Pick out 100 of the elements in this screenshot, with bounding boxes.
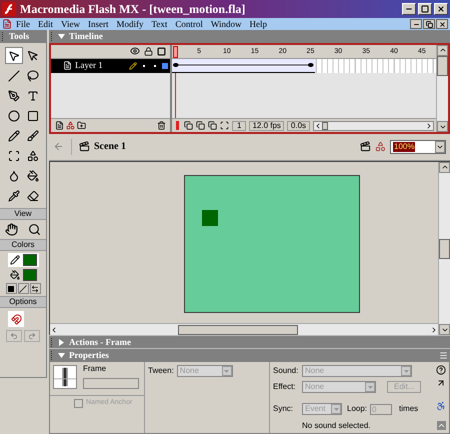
hand-tool-button[interactable] <box>5 223 18 236</box>
scroll-thumb[interactable] <box>178 324 298 335</box>
maximize-button[interactable] <box>418 3 432 15</box>
panel-menu-icon[interactable] <box>439 350 448 360</box>
stroke-color-icon <box>10 255 20 265</box>
edit-symbols-icon[interactable] <box>375 141 386 152</box>
accessibility-icon[interactable] <box>436 401 446 411</box>
zoom-tool-button[interactable] <box>28 223 41 236</box>
flash-logo-icon <box>2 2 16 16</box>
scroll-right-icon[interactable] <box>425 122 433 130</box>
times-label: times <box>399 405 418 413</box>
doc-restore-button[interactable] <box>423 19 435 29</box>
stage-vertical-scrollbar[interactable] <box>438 162 450 336</box>
restore-icon <box>426 20 432 28</box>
panel-header[interactable]: Properties <box>49 348 450 361</box>
edit-scene-icon[interactable] <box>360 141 371 152</box>
arrow-tool-button[interactable] <box>4 47 22 64</box>
scroll-right-icon[interactable] <box>430 326 438 334</box>
colors-label: Colors <box>11 241 35 249</box>
menu-item[interactable]: File <box>16 20 30 28</box>
close-button[interactable] <box>434 3 448 15</box>
trash-icon[interactable] <box>157 121 166 130</box>
menu-item[interactable]: Modify <box>116 20 144 28</box>
sound-status: No sound selected. <box>302 422 372 430</box>
lock-icon[interactable] <box>144 46 153 56</box>
minimize-button[interactable] <box>402 3 416 15</box>
collapse-triangle-icon[interactable] <box>58 352 65 359</box>
no-color-button[interactable] <box>18 283 28 294</box>
layer-row[interactable]: Layer 1 <box>51 58 170 73</box>
scroll-thumb[interactable] <box>437 56 448 76</box>
line-tool-icon <box>8 70 20 82</box>
outline-square-icon[interactable] <box>162 62 168 69</box>
close-icon <box>438 20 446 28</box>
doc-minimize-button[interactable] <box>410 19 422 29</box>
menu-item[interactable]: Control <box>175 20 203 28</box>
onion-skin-icon[interactable] <box>184 121 193 130</box>
tween-label: Tween: <box>148 367 174 375</box>
frame-icon <box>53 365 77 389</box>
scroll-thumb[interactable] <box>439 238 450 259</box>
sync-label: Sync: <box>273 405 294 413</box>
insert-folder-icon[interactable] <box>77 121 86 130</box>
document-icon[interactable] <box>2 19 12 29</box>
open-panel-icon[interactable] <box>436 378 446 388</box>
pencil-icon <box>129 62 137 70</box>
swap-colors-button[interactable] <box>30 283 40 294</box>
edit-multiple-icon[interactable] <box>208 121 217 130</box>
collapse-triangle-icon[interactable] <box>58 32 65 40</box>
close-icon <box>437 5 445 13</box>
menu-item[interactable]: Insert <box>88 20 108 28</box>
fill-color-icon <box>10 270 20 280</box>
layer-name: Layer 1 <box>75 61 104 70</box>
layer-icon <box>63 61 72 70</box>
stroke-color-swatch[interactable] <box>22 254 36 266</box>
dropdown-arrow-icon <box>224 370 230 372</box>
subselect-tool-icon <box>26 50 38 62</box>
collapse-icon[interactable] <box>436 421 446 430</box>
dropdown-arrow-icon <box>404 370 408 372</box>
eye-icon[interactable] <box>130 46 140 56</box>
fill-transform-icon <box>26 150 38 162</box>
panel-header[interactable]: Actions - Frame <box>49 335 450 348</box>
paint-bucket-icon <box>26 170 38 182</box>
zoom-dropdown[interactable]: 100% <box>390 140 446 154</box>
help-icon[interactable] <box>436 365 446 375</box>
panel-title: Actions - Frame <box>69 338 132 347</box>
menu-item[interactable]: Edit <box>38 20 54 28</box>
current-frame: 1 <box>232 120 246 131</box>
menu-item[interactable]: View <box>61 20 80 28</box>
guide-layer-icon[interactable] <box>66 121 75 130</box>
slash-icon <box>19 284 27 292</box>
named-anchor-checkbox[interactable] <box>74 399 83 408</box>
pencil-tool-icon <box>8 130 20 142</box>
search-icon <box>28 223 41 236</box>
ink-bottle-icon <box>8 170 20 182</box>
center-frame-icon[interactable] <box>176 121 179 130</box>
insert-layer-icon[interactable] <box>55 121 64 130</box>
hand-icon <box>5 223 18 236</box>
default-colors-button[interactable] <box>6 283 16 294</box>
elapsed-time: 0.0s <box>286 120 310 131</box>
scroll-left-icon[interactable] <box>50 326 58 334</box>
frame-label-field[interactable] <box>83 378 139 389</box>
view-label: View <box>14 210 32 218</box>
doc-close-button[interactable] <box>436 19 448 29</box>
panel-title: Properties <box>69 350 110 360</box>
onion-outline-icon[interactable] <box>196 121 205 130</box>
playhead[interactable] <box>173 46 178 58</box>
outline-icon[interactable] <box>157 46 166 56</box>
timeline-horizontal-scrollbar[interactable] <box>313 120 434 131</box>
snap-magnet-button[interactable] <box>8 311 24 327</box>
menu-item[interactable]: Text <box>151 20 168 28</box>
menu-item[interactable]: Help <box>250 20 268 28</box>
fill-color-swatch[interactable] <box>22 269 36 281</box>
menu-item[interactable]: Window <box>210 20 242 28</box>
onion-markers-icon[interactable] <box>220 121 229 130</box>
timeline-vertical-scrollbar[interactable] <box>436 44 448 132</box>
expand-triangle-icon[interactable] <box>58 338 65 346</box>
square-shape[interactable] <box>202 210 218 226</box>
stage-horizontal-scrollbar[interactable] <box>50 323 438 336</box>
pen-tool-icon <box>8 90 20 102</box>
motion-tween-span[interactable] <box>172 58 315 73</box>
scroll-thumb[interactable] <box>322 122 328 130</box>
